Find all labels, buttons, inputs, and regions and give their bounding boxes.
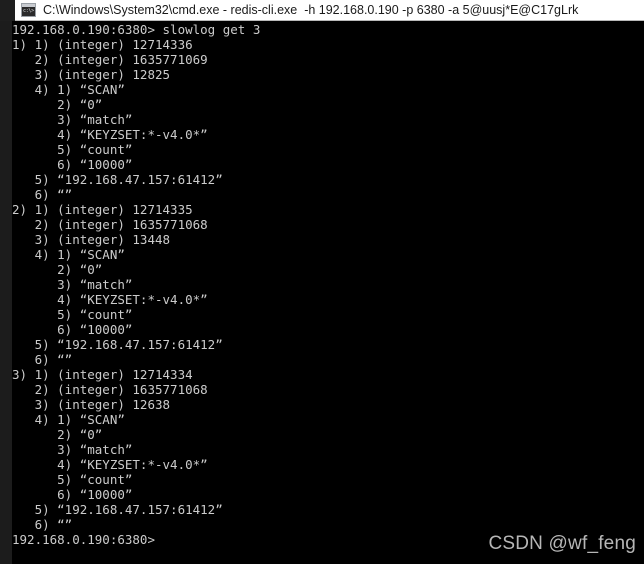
console-output-area[interactable]: 192.168.0.190:6380> slowlog get 3 1) 1) (… bbox=[0, 21, 644, 564]
console-left-gutter bbox=[0, 21, 12, 564]
console-line: 2) (integer) 1635771068 bbox=[12, 217, 208, 232]
console-line: 4) 1) “SCAN” bbox=[12, 247, 125, 262]
console-line: 3) “match” bbox=[12, 277, 133, 292]
console-line: 2) “0” bbox=[12, 97, 103, 112]
console-window: C:\Windows\System32\cmd.exe - redis-cli.… bbox=[0, 0, 644, 564]
cmd-console-icon bbox=[21, 3, 36, 17]
console-line: 5) “count” bbox=[12, 307, 133, 322]
console-line: 3) (integer) 12638 bbox=[12, 397, 171, 412]
console-line: 2) (integer) 1635771069 bbox=[12, 52, 208, 67]
console-line: 4) “KEYZSET:*-v4.0*” bbox=[12, 457, 208, 472]
console-line: 192.168.0.190:6380> slowlog get 3 bbox=[12, 22, 261, 37]
console-line: 5) “192.168.47.157:61412” bbox=[12, 337, 223, 352]
titlebar-left-padding bbox=[0, 0, 15, 21]
console-line: 4) 1) “SCAN” bbox=[12, 412, 125, 427]
console-line: 2) “0” bbox=[12, 427, 103, 442]
console-line: 3) (integer) 12825 bbox=[12, 67, 171, 82]
console-line: 5) “count” bbox=[12, 142, 133, 157]
console-line: 3) 1) (integer) 12714334 bbox=[12, 367, 193, 382]
console-line: 6) “” bbox=[12, 352, 73, 367]
watermark-label: CSDN @wf_feng bbox=[488, 533, 636, 554]
console-line: 5) “192.168.47.157:61412” bbox=[12, 502, 223, 517]
console-text-lines: 192.168.0.190:6380> slowlog get 3 1) 1) (… bbox=[12, 21, 644, 547]
console-line: 6) “” bbox=[12, 187, 73, 202]
console-line: 6) “10000” bbox=[12, 322, 133, 337]
console-line: 1) 1) (integer) 12714336 bbox=[12, 37, 193, 52]
console-line: 2) 1) (integer) 12714335 bbox=[12, 202, 193, 217]
console-line: 4) 1) “SCAN” bbox=[12, 82, 125, 97]
console-line: 6) “10000” bbox=[12, 487, 133, 502]
console-line: 4) “KEYZSET:*-v4.0*” bbox=[12, 127, 208, 142]
window-title: C:\Windows\System32\cmd.exe - redis-cli.… bbox=[43, 2, 579, 17]
console-line: 5) “count” bbox=[12, 472, 133, 487]
console-line: 6) “10000” bbox=[12, 157, 133, 172]
console-line: 3) “match” bbox=[12, 442, 133, 457]
console-line: 2) (integer) 1635771068 bbox=[12, 382, 208, 397]
console-line: 4) “KEYZSET:*-v4.0*” bbox=[12, 292, 208, 307]
console-line: 6) “” bbox=[12, 517, 73, 532]
console-line: 3) “match” bbox=[12, 112, 133, 127]
console-line: 5) “192.168.47.157:61412” bbox=[12, 172, 223, 187]
console-line: 3) (integer) 13448 bbox=[12, 232, 171, 247]
window-titlebar[interactable]: C:\Windows\System32\cmd.exe - redis-cli.… bbox=[0, 0, 644, 21]
console-line: 2) “0” bbox=[12, 262, 103, 277]
